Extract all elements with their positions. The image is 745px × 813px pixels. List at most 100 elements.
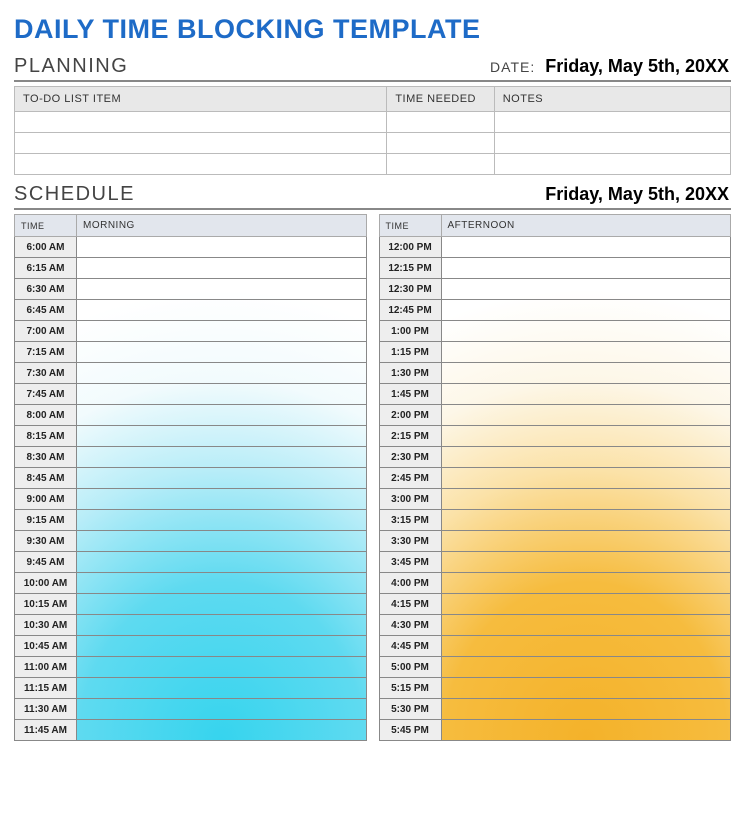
planning-col-item: TO-DO LIST ITEM xyxy=(15,87,387,112)
schedule-row: 5:30 PM xyxy=(379,699,731,720)
schedule-cell[interactable] xyxy=(77,300,367,321)
schedule-cell[interactable] xyxy=(441,531,731,552)
schedule-row: 6:45 AM xyxy=(15,300,367,321)
schedule-cell[interactable] xyxy=(77,657,367,678)
schedule-row: 12:30 PM xyxy=(379,279,731,300)
time-cell: 1:30 PM xyxy=(379,363,441,384)
planning-table: TO-DO LIST ITEM TIME NEEDED NOTES xyxy=(14,86,731,175)
schedule-cell[interactable] xyxy=(77,468,367,489)
schedule-row: 3:00 PM xyxy=(379,489,731,510)
schedule-cell[interactable] xyxy=(77,573,367,594)
time-cell: 10:15 AM xyxy=(15,594,77,615)
schedule-cell[interactable] xyxy=(441,720,731,741)
schedule-cell[interactable] xyxy=(77,678,367,699)
time-cell: 2:30 PM xyxy=(379,447,441,468)
schedule-cell[interactable] xyxy=(77,699,367,720)
planning-cell[interactable] xyxy=(15,154,387,175)
schedule-cell[interactable] xyxy=(441,699,731,720)
schedule-row: 7:45 AM xyxy=(15,384,367,405)
schedule-cell[interactable] xyxy=(441,594,731,615)
time-cell: 11:00 AM xyxy=(15,657,77,678)
planning-cell[interactable] xyxy=(387,112,494,133)
time-cell: 11:15 AM xyxy=(15,678,77,699)
schedule-cell[interactable] xyxy=(77,615,367,636)
time-cell: 7:45 AM xyxy=(15,384,77,405)
schedule-cell[interactable] xyxy=(77,405,367,426)
schedule-cell[interactable] xyxy=(77,426,367,447)
schedule-cell[interactable] xyxy=(77,342,367,363)
schedule-cell[interactable] xyxy=(77,552,367,573)
schedule-row: 1:00 PM xyxy=(379,321,731,342)
schedule-cell[interactable] xyxy=(77,279,367,300)
schedule-cell[interactable] xyxy=(77,384,367,405)
planning-cell[interactable] xyxy=(494,133,730,154)
schedule-row: 7:15 AM xyxy=(15,342,367,363)
schedule-row: 4:30 PM xyxy=(379,615,731,636)
time-cell: 1:00 PM xyxy=(379,321,441,342)
schedule-cell[interactable] xyxy=(77,258,367,279)
time-cell: 6:00 AM xyxy=(15,237,77,258)
schedule-cell[interactable] xyxy=(77,321,367,342)
schedule-row: 2:30 PM xyxy=(379,447,731,468)
schedule-row: 12:15 PM xyxy=(379,258,731,279)
schedule-cell[interactable] xyxy=(441,258,731,279)
schedule-cell[interactable] xyxy=(441,426,731,447)
schedule-cell[interactable] xyxy=(441,237,731,258)
schedule-row: 10:00 AM xyxy=(15,573,367,594)
planning-cell[interactable] xyxy=(387,154,494,175)
schedule-cell[interactable] xyxy=(441,321,731,342)
schedule-row: 8:45 AM xyxy=(15,468,367,489)
planning-cell[interactable] xyxy=(494,112,730,133)
schedule-cell[interactable] xyxy=(441,552,731,573)
schedule-cell[interactable] xyxy=(77,363,367,384)
time-cell: 9:45 AM xyxy=(15,552,77,573)
schedule-cell[interactable] xyxy=(77,489,367,510)
planning-cell[interactable] xyxy=(387,133,494,154)
schedule-cell[interactable] xyxy=(77,594,367,615)
schedule-cell[interactable] xyxy=(441,279,731,300)
schedule-row: 11:30 AM xyxy=(15,699,367,720)
page-title: DAILY TIME BLOCKING TEMPLATE xyxy=(14,14,731,45)
schedule-cell[interactable] xyxy=(441,636,731,657)
schedule-cell[interactable] xyxy=(441,405,731,426)
planning-cell[interactable] xyxy=(15,112,387,133)
schedule-cell[interactable] xyxy=(77,531,367,552)
schedule-row: 10:15 AM xyxy=(15,594,367,615)
schedule-cell[interactable] xyxy=(441,510,731,531)
time-cell: 10:00 AM xyxy=(15,573,77,594)
planning-date-value: Friday, May 5th, 20XX xyxy=(545,56,731,77)
afternoon-time-header: TIME xyxy=(379,215,441,237)
schedule-cell[interactable] xyxy=(441,657,731,678)
schedule-cell[interactable] xyxy=(441,573,731,594)
time-cell: 5:00 PM xyxy=(379,657,441,678)
schedule-cell[interactable] xyxy=(441,447,731,468)
time-cell: 3:45 PM xyxy=(379,552,441,573)
schedule-cell[interactable] xyxy=(441,678,731,699)
schedule-cell[interactable] xyxy=(77,636,367,657)
time-cell: 1:45 PM xyxy=(379,384,441,405)
time-cell: 12:15 PM xyxy=(379,258,441,279)
schedule-cell[interactable] xyxy=(77,510,367,531)
planning-cell[interactable] xyxy=(15,133,387,154)
time-cell: 4:15 PM xyxy=(379,594,441,615)
schedule-row: 6:00 AM xyxy=(15,237,367,258)
schedule-cell[interactable] xyxy=(441,615,731,636)
schedule-cell[interactable] xyxy=(441,384,731,405)
schedule-row: 10:30 AM xyxy=(15,615,367,636)
planning-col-notes: NOTES xyxy=(494,87,730,112)
schedule-cell[interactable] xyxy=(77,720,367,741)
time-cell: 5:45 PM xyxy=(379,720,441,741)
schedule-date-value: Friday, May 5th, 20XX xyxy=(545,184,731,205)
schedule-row: 1:45 PM xyxy=(379,384,731,405)
time-cell: 12:00 PM xyxy=(379,237,441,258)
schedule-cell[interactable] xyxy=(441,342,731,363)
schedule-cell[interactable] xyxy=(77,237,367,258)
schedule-cell[interactable] xyxy=(441,363,731,384)
schedule-cell[interactable] xyxy=(441,468,731,489)
schedule-row: 2:15 PM xyxy=(379,426,731,447)
schedule-cell[interactable] xyxy=(77,447,367,468)
schedule-cell[interactable] xyxy=(441,300,731,321)
planning-cell[interactable] xyxy=(494,154,730,175)
schedule-cell[interactable] xyxy=(441,489,731,510)
schedule-row: 11:00 AM xyxy=(15,657,367,678)
